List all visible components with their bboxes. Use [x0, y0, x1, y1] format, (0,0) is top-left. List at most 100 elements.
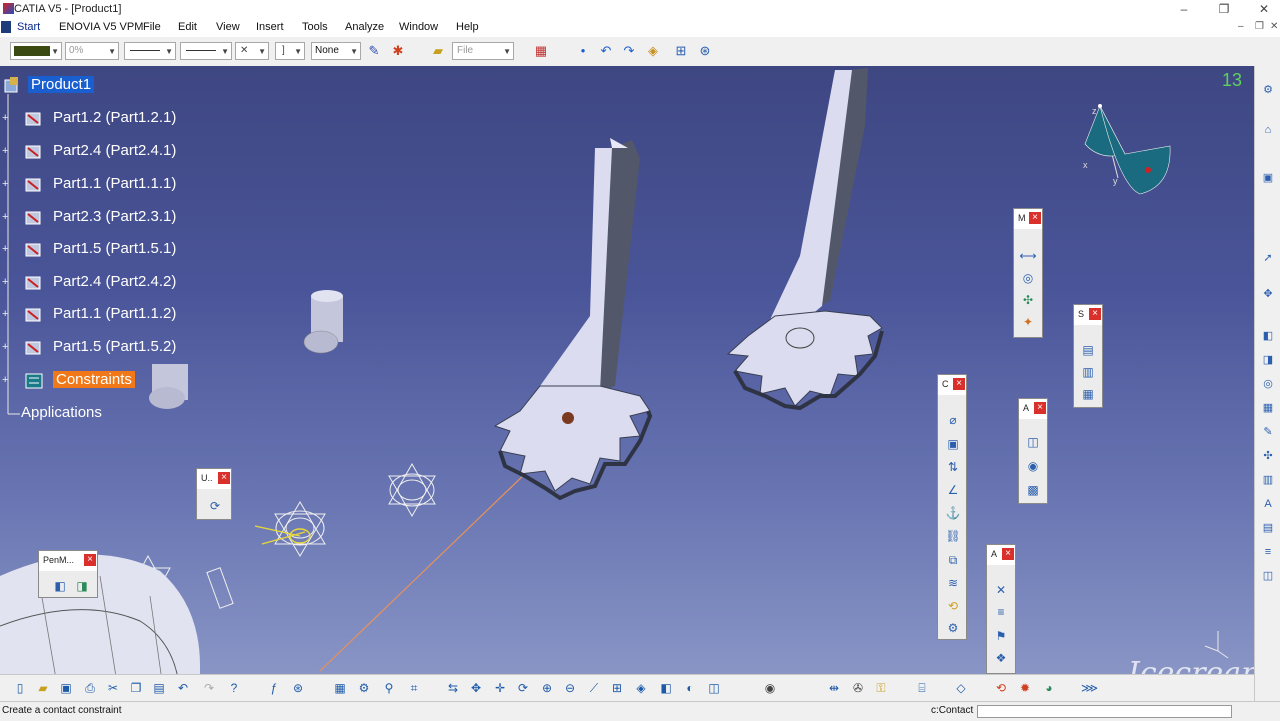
maximize-button[interactable]: ❐: [1214, 2, 1234, 16]
select-icon[interactable]: ➚: [1260, 250, 1276, 266]
snap-icon[interactable]: ✎: [1260, 424, 1276, 440]
doc-minimize-button[interactable]: –: [1238, 21, 1244, 32]
painter-icon[interactable]: ✎: [366, 43, 382, 59]
pan-icon[interactable]: ✛: [492, 680, 508, 696]
generate-numbering-icon[interactable]: ▦: [1260, 400, 1276, 416]
sketch-tracer-icon[interactable]: ⋙: [1081, 680, 1098, 696]
new-part-icon[interactable]: ◧: [1260, 328, 1276, 344]
macro-icon[interactable]: ⚙: [356, 680, 372, 696]
pen-back-icon[interactable]: ◨: [73, 577, 91, 595]
quick-constraint-icon[interactable]: ⧉: [944, 551, 962, 569]
menu-insert[interactable]: Insert: [256, 21, 284, 33]
catalog-browser-icon[interactable]: ▦: [533, 43, 549, 59]
annotation-set-icon[interactable]: ❖: [992, 649, 1010, 667]
point-symbol-select[interactable]: ✕ ▼: [235, 42, 269, 60]
knowledge-icon[interactable]: ⊛: [290, 680, 306, 696]
coincidence-constraint-icon[interactable]: ⌀: [944, 411, 962, 429]
open-icon[interactable]: ▰: [35, 680, 51, 696]
close-icon[interactable]: ×: [1029, 212, 1041, 224]
print-icon[interactable]: ⎙: [82, 680, 98, 696]
zoom-in-icon[interactable]: ⊕: [539, 680, 555, 696]
undo-arc-icon[interactable]: ↶: [598, 43, 614, 59]
iso-view-icon[interactable]: ◈: [633, 680, 649, 696]
change-constraint-icon[interactable]: ⚙: [944, 619, 962, 637]
render-icon[interactable]: ✹: [1017, 680, 1033, 696]
new-icon[interactable]: ▯: [12, 680, 28, 696]
fit-all-icon[interactable]: ✥: [468, 680, 484, 696]
pen-forward-icon[interactable]: ◧: [51, 577, 69, 595]
expand-icon[interactable]: +: [2, 113, 11, 124]
rendering-style-select[interactable]: ] ▼: [275, 42, 305, 60]
undo-icon[interactable]: ↶: [175, 680, 191, 696]
expand-icon[interactable]: +: [2, 375, 11, 386]
close-icon[interactable]: ×: [84, 554, 96, 566]
close-icon[interactable]: ×: [1002, 548, 1014, 560]
zoom-out-icon[interactable]: ⊖: [562, 680, 578, 696]
hole-icon[interactable]: ◉: [1024, 457, 1042, 475]
close-icon[interactable]: ×: [1089, 308, 1101, 320]
text-with-leader-icon[interactable]: ≡: [992, 603, 1010, 621]
scene-icon[interactable]: ◫: [1260, 568, 1276, 584]
pocket-icon[interactable]: ▩: [1024, 481, 1042, 499]
spec-tree-icon[interactable]: ⇹: [826, 680, 842, 696]
menu-file[interactable]: File: [143, 21, 161, 33]
offset-constraint-icon[interactable]: ⇅: [944, 458, 962, 476]
distance-analysis-icon[interactable]: ▦: [1079, 385, 1097, 403]
expand-icon[interactable]: +: [2, 277, 11, 288]
menu-analyze[interactable]: Analyze: [345, 21, 384, 33]
close-icon[interactable]: ×: [953, 378, 965, 390]
sectioning-icon[interactable]: ▥: [1079, 363, 1097, 381]
flag-note-icon[interactable]: ⚑: [992, 627, 1010, 645]
expand-icon[interactable]: +: [2, 342, 11, 353]
material-icon[interactable]: ◕: [1041, 680, 1057, 696]
cut-icon[interactable]: ✂: [105, 680, 121, 696]
flexible-subassembly-icon[interactable]: ≋: [944, 574, 962, 592]
compass-icon[interactable]: ✇: [850, 680, 866, 696]
swap-icon[interactable]: ◈: [645, 43, 661, 59]
expand-icon[interactable]: +: [2, 309, 11, 320]
minimize-button[interactable]: –: [1174, 2, 1194, 16]
fix-together-icon[interactable]: ⛓: [944, 527, 962, 545]
menu-edit[interactable]: Edit: [178, 21, 197, 33]
angle-constraint-icon[interactable]: ∠: [944, 481, 962, 499]
redo-icon[interactable]: ↷: [201, 680, 217, 696]
contact-constraint-icon[interactable]: ▣: [944, 435, 962, 453]
menu-help[interactable]: Help: [456, 21, 479, 33]
measure-item-icon[interactable]: ◎: [1019, 269, 1037, 287]
close-icon[interactable]: ×: [1034, 402, 1046, 414]
reuse-pattern-icon[interactable]: ⟲: [944, 597, 962, 615]
fix-component-icon[interactable]: ⚓: [944, 504, 962, 522]
measure-between-icon[interactable]: ⟷: [1019, 247, 1037, 265]
graph-tree-icon[interactable]: ◎: [1260, 376, 1276, 392]
doc-close-button[interactable]: ✕: [1270, 21, 1278, 32]
menu-enovia[interactable]: ENOVIA V5 VPM: [59, 21, 143, 33]
3d-viewport[interactable]: 13 x y z Icecream Product1 + Part1.2 (Pa…: [0, 66, 1254, 702]
transparency-select[interactable]: 0% ▼: [65, 42, 119, 60]
menu-window[interactable]: Window: [399, 21, 438, 33]
file-select[interactable]: File ▼: [452, 42, 514, 60]
catalog-search-icon[interactable]: ⚲: [381, 680, 397, 696]
expand-icon[interactable]: +: [2, 146, 11, 157]
update-icon[interactable]: ⟳: [206, 497, 224, 515]
save-icon[interactable]: ▣: [58, 680, 74, 696]
measure-inertia-icon[interactable]: ✣: [1019, 291, 1037, 309]
close-icon[interactable]: ×: [218, 472, 230, 484]
explode-icon[interactable]: ✣: [1260, 448, 1276, 464]
clash-icon[interactable]: ▤: [1079, 341, 1097, 359]
formula-icon[interactable]: ƒ: [266, 680, 282, 696]
properties-icon[interactable]: ✱: [390, 43, 406, 59]
help-icon[interactable]: ?: [226, 680, 242, 696]
weld-icon[interactable]: ✕: [992, 581, 1010, 599]
menu-tools[interactable]: Tools: [302, 21, 328, 33]
menu-view[interactable]: View: [216, 21, 240, 33]
multi-view-icon[interactable]: ⊞: [609, 680, 625, 696]
analysis-icon[interactable]: ⌸: [914, 680, 930, 696]
text-icon[interactable]: A: [1260, 496, 1276, 512]
lineweight-select[interactable]: ▼: [180, 42, 232, 60]
design-table-icon[interactable]: ⌗: [406, 680, 422, 696]
copy-icon[interactable]: ❐: [128, 680, 144, 696]
measure-tools-icon[interactable]: ✦: [1019, 313, 1037, 331]
linetype-select[interactable]: ▼: [124, 42, 176, 60]
point-icon[interactable]: ●: [575, 43, 591, 59]
existing-component-icon[interactable]: ⌂: [1260, 122, 1276, 138]
